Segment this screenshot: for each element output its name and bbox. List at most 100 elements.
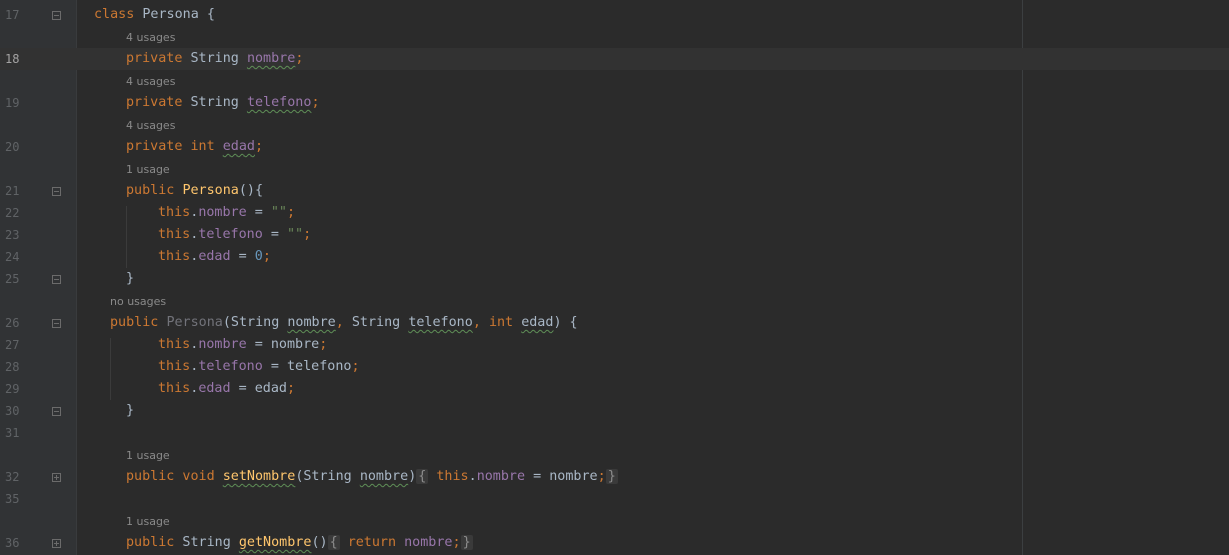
line-number: 17: [5, 8, 20, 22]
code-line-17[interactable]: class Persona {: [94, 4, 215, 26]
code-line-23[interactable]: this.telefono = "";: [158, 224, 311, 246]
operator: =: [246, 205, 271, 220]
number-literal: 0: [254, 249, 263, 264]
line-number: 22: [5, 206, 20, 220]
code-line-21[interactable]: public Persona(){: [126, 180, 263, 202]
operator: = edad: [230, 381, 287, 396]
operator: =: [230, 249, 255, 264]
keyword: public: [126, 183, 175, 198]
code-line-29[interactable]: this.edad = edad;: [158, 378, 295, 400]
this-keyword: this: [158, 337, 191, 352]
semicolon: ;: [255, 139, 264, 154]
semicolon: ;: [351, 359, 360, 374]
code-text: (): [311, 535, 328, 550]
line-number: 19: [5, 96, 20, 110]
parameter: nombre: [359, 469, 409, 484]
parameter: edad: [521, 315, 554, 330]
code-line-36[interactable]: public String getNombre(){ return nombre…: [126, 532, 473, 554]
operator: =: [262, 227, 287, 242]
usages-hint[interactable]: 4 usages: [126, 27, 175, 49]
fold-open-icon[interactable]: [52, 11, 61, 20]
comma: ,: [472, 315, 489, 330]
code-line-22[interactable]: this.nombre = "";: [158, 202, 295, 224]
semicolon: ;: [303, 227, 312, 242]
code-line-28[interactable]: this.telefono = telefono;: [158, 356, 360, 378]
field-name: edad: [198, 249, 231, 264]
line-number: 26: [5, 316, 20, 330]
folded-brace-open[interactable]: {: [416, 469, 429, 484]
line-number-active: 18: [5, 52, 20, 66]
this-keyword: this: [158, 205, 191, 220]
operator: = nombre: [525, 469, 598, 484]
field-name: edad: [198, 381, 231, 396]
usages-hint[interactable]: 4 usages: [126, 71, 175, 93]
field-name: nombre: [246, 51, 296, 66]
string-literal: "": [270, 205, 287, 220]
right-margin-guide: [1022, 0, 1023, 555]
usages-hint[interactable]: no usages: [110, 291, 166, 313]
line-number: 24: [5, 250, 20, 264]
line-number: 25: [5, 272, 20, 286]
method-name: getNombre: [238, 535, 312, 550]
keyword: private: [126, 95, 183, 110]
closing-brace: }: [126, 403, 135, 418]
code-line-20[interactable]: private int edad;: [126, 136, 263, 158]
line-number: 36: [5, 536, 20, 550]
code-line-18[interactable]: private String nombre;: [126, 48, 303, 70]
code-text: (){: [238, 183, 264, 198]
semicolon: ;: [319, 337, 328, 352]
code-line-24[interactable]: this.edad = 0;: [158, 246, 271, 268]
keyword: private: [126, 51, 183, 66]
line-number: 30: [5, 404, 20, 418]
usages-hint[interactable]: 1 usage: [126, 445, 170, 467]
parameter: telefono: [408, 315, 473, 330]
line-number: 23: [5, 228, 20, 242]
semicolon: ;: [287, 205, 296, 220]
field-name: telefono: [198, 227, 263, 242]
keyword: class: [94, 7, 135, 22]
fold-close-icon[interactable]: [52, 275, 61, 284]
code-line-19[interactable]: private String telefono;: [126, 92, 320, 114]
line-number: 32: [5, 470, 20, 484]
code-line-26[interactable]: public Persona(String nombre, String tel…: [110, 312, 578, 334]
usages-hint[interactable]: 1 usage: [126, 159, 170, 181]
keyword: public void: [126, 469, 215, 484]
folded-brace-open[interactable]: {: [327, 535, 340, 550]
parameter: nombre: [287, 315, 336, 330]
line-number: 35: [5, 492, 20, 506]
fold-open-icon[interactable]: [52, 319, 61, 328]
keyword: private int: [126, 139, 215, 154]
semicolon: ;: [452, 535, 461, 550]
line-number: 20: [5, 140, 20, 154]
this-keyword: this: [436, 469, 469, 484]
usages-hint[interactable]: 1 usage: [126, 511, 170, 533]
code-line-25[interactable]: }: [126, 268, 134, 290]
constructor-name: Persona: [182, 183, 239, 198]
field-name: nombre: [404, 535, 453, 550]
code-line-30[interactable]: }: [126, 400, 134, 422]
usages-hint[interactable]: 4 usages: [126, 115, 175, 137]
line-number: 29: [5, 382, 20, 396]
line-number: 21: [5, 184, 20, 198]
semicolon: ;: [295, 51, 304, 66]
field-name: nombre: [198, 337, 247, 352]
string-literal: "": [287, 227, 304, 242]
semicolon: ;: [262, 249, 271, 264]
semicolon: ;: [311, 95, 320, 110]
fold-expand-icon[interactable]: [52, 473, 61, 482]
code-line-27[interactable]: this.nombre = nombre;: [158, 334, 327, 356]
folded-brace-close[interactable]: }: [605, 469, 618, 484]
fold-open-icon[interactable]: [52, 187, 61, 196]
field-name: telefono: [246, 95, 312, 110]
folded-brace-close[interactable]: }: [460, 535, 473, 550]
code-line-32[interactable]: public void setNombre(String nombre){ th…: [126, 466, 618, 488]
type: String: [182, 51, 247, 66]
gutter-separator: [76, 0, 77, 555]
code-editor[interactable]: 17 18 19 20 21 22 23 24 25 26 27 28 29 3…: [0, 0, 1229, 555]
type: String: [174, 535, 239, 550]
fold-expand-icon[interactable]: [52, 539, 61, 548]
class-name: Persona: [142, 7, 199, 22]
code-text: (String: [222, 315, 288, 330]
fold-close-icon[interactable]: [52, 407, 61, 416]
field-name: edad: [222, 139, 255, 154]
